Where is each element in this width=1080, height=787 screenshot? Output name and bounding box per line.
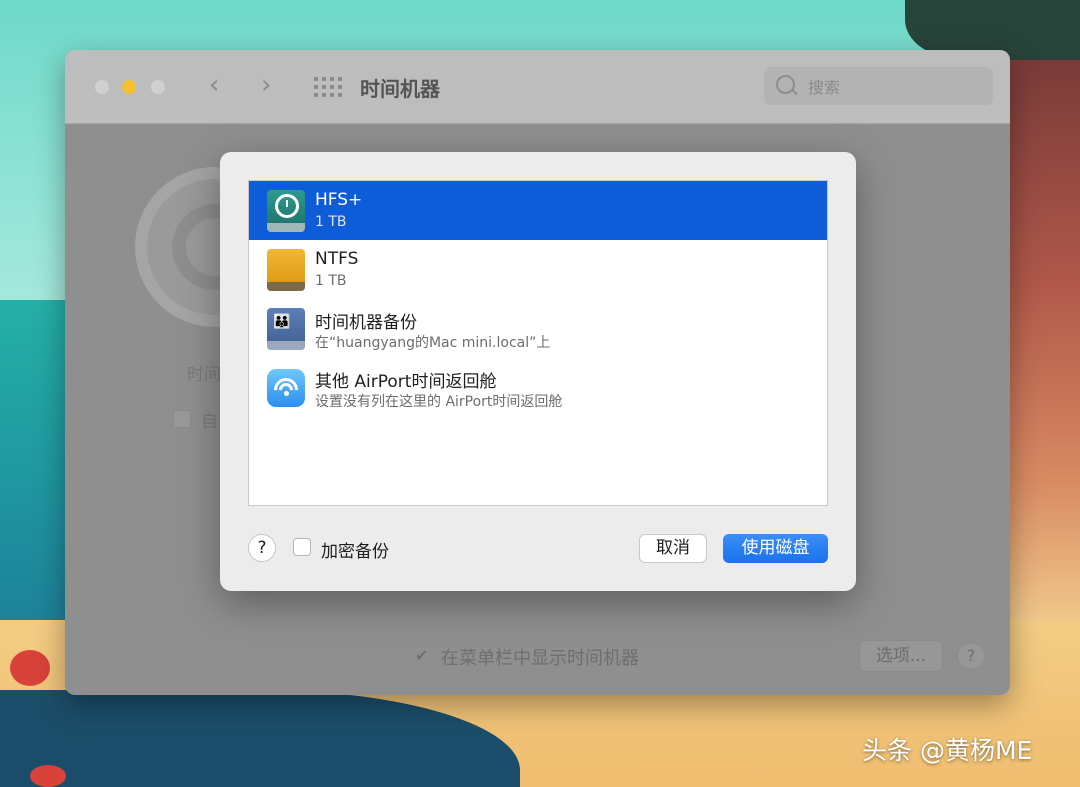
select-disk-sheet: HFS+ 1 TB NTFS 1 TB 👪 时间机器备份 在“huangyang… — [220, 152, 856, 591]
wallpaper-flower — [30, 765, 66, 787]
disk-row-hfs[interactable]: HFS+ 1 TB — [249, 181, 827, 240]
help-button[interactable]: ? — [248, 534, 276, 562]
options-button[interactable]: 选项... — [859, 640, 943, 672]
show-all-grid-icon[interactable] — [314, 77, 342, 97]
disk-name: 时间机器备份 — [315, 313, 417, 333]
disk-name: NTFS — [315, 249, 359, 269]
use-disk-button[interactable]: 使用磁盘 — [723, 534, 828, 563]
encrypt-backup-checkbox[interactable] — [293, 538, 311, 556]
time-machine-disk-icon — [267, 190, 305, 232]
auto-backup-checkbox[interactable] — [173, 410, 191, 428]
chevron-left-icon[interactable]: ‹ — [209, 70, 219, 100]
network-drive-icon: 👪 — [267, 308, 305, 350]
disk-name: HFS+ — [315, 190, 363, 210]
window-help-button[interactable]: ? — [957, 642, 985, 670]
disk-size: 1 TB — [315, 273, 347, 289]
zoom-button[interactable] — [151, 80, 165, 94]
encrypt-backup-label: 加密备份 — [321, 542, 389, 562]
airport-wifi-icon — [267, 369, 305, 407]
wallpaper-cliff — [1000, 60, 1080, 620]
disk-list[interactable]: HFS+ 1 TB NTFS 1 TB 👪 时间机器备份 在“huangyang… — [248, 180, 828, 506]
disk-name: 其他 AirPort时间返回舱 — [315, 372, 497, 392]
minimize-button[interactable] — [122, 80, 136, 94]
watermark: 头条 @黄杨ME — [862, 736, 1033, 765]
disk-location: 在“huangyang的Mac mini.local”上 — [315, 335, 551, 351]
disk-row-network-backup[interactable]: 👪 时间机器备份 在“huangyang的Mac mini.local”上 — [249, 299, 827, 358]
window-titlebar: ‹ › 时间机器 — [65, 50, 1010, 124]
chevron-right-icon[interactable]: › — [261, 70, 271, 100]
close-button[interactable] — [95, 80, 109, 94]
disk-row-other-airport[interactable]: 其他 AirPort时间返回舱 设置没有列在这里的 AirPort时间返回舱 — [249, 358, 827, 417]
auto-backup-label: 自 — [201, 412, 218, 432]
search-field[interactable] — [764, 67, 993, 105]
disk-size: 1 TB — [315, 214, 347, 230]
show-in-menubar-label: 在菜单栏中显示时间机器 — [441, 648, 639, 669]
wallpaper-flower — [10, 650, 50, 686]
cancel-button[interactable]: 取消 — [639, 534, 707, 563]
disk-row-ntfs[interactable]: NTFS 1 TB — [249, 240, 827, 299]
search-icon — [776, 75, 795, 94]
window-title: 时间机器 — [360, 77, 440, 101]
search-input[interactable] — [806, 75, 980, 99]
checkmark-icon[interactable]: ✔ — [415, 646, 428, 665]
time-machine-label: 时间 — [187, 365, 221, 385]
disk-description: 设置没有列在这里的 AirPort时间返回舱 — [315, 394, 563, 410]
external-drive-icon — [267, 249, 305, 291]
